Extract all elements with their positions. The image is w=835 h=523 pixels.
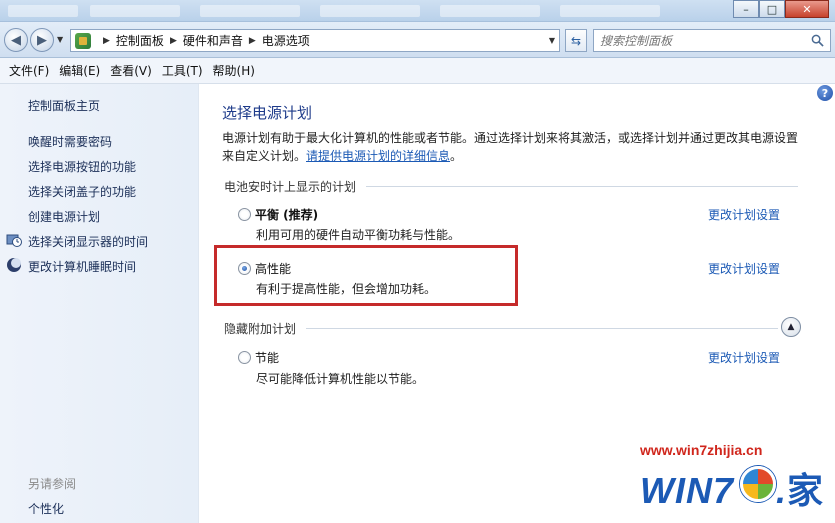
maximize-button[interactable]: □: [759, 0, 785, 18]
control-panel-icon: [75, 32, 91, 49]
sidebar-item-power-button[interactable]: 选择电源按钮的功能: [28, 158, 136, 175]
menu-view[interactable]: 查看(V): [105, 58, 157, 84]
sidebar-item-personalization[interactable]: 个性化: [28, 500, 64, 517]
taskbar-ghost: [320, 5, 420, 17]
section-divider: [366, 186, 798, 187]
see-also-heading: 另请参阅: [28, 477, 77, 491]
section-shown-plans: 电池安时计上显示的计划: [224, 180, 357, 194]
plan-high-performance-radio[interactable]: [238, 262, 251, 275]
page-description: 电源计划有助于最大化计算机的性能或者节能。通过选择计划来将其激活，或选择计划并通…: [222, 129, 807, 165]
chevron-right-icon[interactable]: ▶: [249, 36, 256, 46]
plan-power-saver-description: 尽可能降低计算机性能以节能。: [256, 372, 425, 386]
plan-power-saver-radio[interactable]: [238, 351, 251, 364]
plan-power-saver-settings-link[interactable]: 更改计划设置: [708, 349, 780, 366]
breadcrumb-hardware-sound[interactable]: 硬件和声音: [183, 32, 243, 49]
sidebar-item-display-off[interactable]: 选择关闭显示器的时间: [28, 233, 148, 250]
chevron-right-icon[interactable]: ▶: [103, 36, 110, 46]
plan-high-performance-settings-link[interactable]: 更改计划设置: [708, 260, 780, 277]
arrow-left-icon: ◀: [11, 32, 21, 48]
recent-pages-dropdown[interactable]: ▼: [57, 35, 63, 44]
taskbar-ghost: [90, 5, 180, 17]
breadcrumb-control-panel[interactable]: 控制面板: [116, 32, 164, 49]
watermark-url: www.win7zhijia.cn: [640, 442, 763, 458]
help-icon[interactable]: ?: [817, 85, 833, 101]
menu-edit[interactable]: 编辑(E): [54, 58, 105, 84]
window-title-bar: – □ ✕: [0, 0, 835, 22]
plan-high-performance-description: 有利于提高性能，但会增加功耗。: [256, 282, 437, 296]
chevron-up-icon: ▲: [787, 322, 795, 332]
plan-balanced-settings-link[interactable]: 更改计划设置: [708, 206, 780, 223]
plan-high-performance-name[interactable]: 高性能: [255, 260, 291, 277]
plan-balanced-name[interactable]: 平衡 (推荐): [255, 206, 318, 223]
taskbar-ghost: [440, 5, 540, 17]
sidebar-item-sleep-time[interactable]: 更改计算机睡眠时间: [28, 258, 136, 275]
sidebar-control-panel-home[interactable]: 控制面板主页: [28, 97, 100, 114]
address-bar[interactable]: ▶ 控制面板 ▶ 硬件和声音 ▶ 电源选项 ▼: [70, 29, 560, 52]
refresh-button[interactable]: ⇆: [565, 29, 587, 52]
window-controls: – □ ✕: [733, 0, 829, 18]
section-hidden-plans: 隐藏附加计划: [224, 322, 297, 336]
collapse-hidden-plans-button[interactable]: ▲: [781, 317, 801, 337]
sidebar: 控制面板主页 唤醒时需要密码 选择电源按钮的功能 选择关闭盖子的功能 创建电源计…: [0, 84, 199, 523]
menu-bar: 文件(F) 编辑(E) 查看(V) 工具(T) 帮助(H): [0, 58, 835, 84]
menu-help[interactable]: 帮助(H): [208, 58, 260, 84]
sidebar-item-lid-close[interactable]: 选择关闭盖子的功能: [28, 183, 136, 200]
arrow-right-icon: ▶: [37, 32, 47, 48]
page-title: 选择电源计划: [222, 104, 313, 122]
watermark-logo-text: WIN7: [640, 470, 734, 511]
watermark-logo-han: 家: [787, 470, 825, 511]
plan-balanced-radio[interactable]: [238, 208, 251, 221]
minimize-button[interactable]: –: [733, 0, 759, 18]
watermark: www.win7zhijia.cn WIN7 .家: [640, 440, 830, 520]
close-button[interactable]: ✕: [785, 0, 829, 18]
forward-button[interactable]: ▶: [30, 28, 54, 52]
taskbar-ghost: [560, 5, 660, 17]
section-divider: [306, 328, 778, 329]
address-toolbar: ◀ ▶ ▼ ▶ 控制面板 ▶ 硬件和声音 ▶ 电源选项 ▼ ⇆: [0, 22, 835, 58]
search-input[interactable]: [600, 33, 800, 48]
chevron-right-icon[interactable]: ▶: [170, 36, 177, 46]
clock-icon: [6, 234, 22, 247]
refresh-icon: ⇆: [570, 33, 582, 48]
watermark-logo: WIN7 .家: [640, 462, 824, 514]
chevron-down-icon[interactable]: ▼: [549, 36, 555, 45]
windows-logo-icon: [740, 466, 776, 502]
taskbar-ghost: [8, 5, 78, 17]
sidebar-item-wake-password[interactable]: 唤醒时需要密码: [28, 133, 112, 150]
sidebar-item-create-plan[interactable]: 创建电源计划: [28, 208, 100, 225]
plan-details-link[interactable]: 请提供电源计划的详细信息: [306, 149, 450, 163]
menu-file[interactable]: 文件(F): [4, 58, 54, 84]
watermark-logo-dot: .: [776, 470, 788, 511]
menu-tools[interactable]: 工具(T): [157, 58, 208, 84]
plan-balanced-description: 利用可用的硬件自动平衡功耗与性能。: [256, 228, 461, 242]
taskbar-ghost: [200, 5, 300, 17]
plan-power-saver-name[interactable]: 节能: [255, 349, 279, 366]
moon-icon: [7, 258, 21, 272]
search-icon[interactable]: [811, 34, 824, 47]
breadcrumb-power-options[interactable]: 电源选项: [262, 32, 310, 49]
search-box[interactable]: [593, 29, 831, 52]
description-end: 。: [450, 149, 463, 163]
back-button[interactable]: ◀: [4, 28, 28, 52]
